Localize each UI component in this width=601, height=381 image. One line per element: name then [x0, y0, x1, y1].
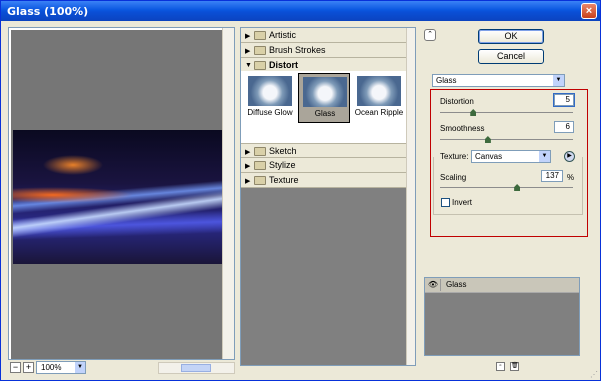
- category-label: Stylize: [269, 160, 296, 170]
- folder-icon: [254, 161, 266, 170]
- filter-select-value: Glass: [436, 76, 457, 85]
- texture-menu-button[interactable]: ▶: [564, 151, 575, 162]
- thumb-glass[interactable]: Glass: [298, 73, 350, 123]
- category-label: Texture: [269, 175, 299, 185]
- texture-select-value: Canvas: [475, 152, 503, 161]
- preview-panel: [8, 27, 235, 360]
- chevron-down-icon: ▼: [539, 151, 550, 162]
- category-artistic[interactable]: ▶ Artistic: [241, 28, 407, 43]
- filter-select[interactable]: Glass ▼: [432, 74, 565, 87]
- gallery-empty-area: [241, 188, 407, 365]
- preview-vertical-scrollbar[interactable]: [222, 28, 234, 359]
- chevron-down-icon: ▼: [553, 75, 564, 86]
- zoom-bar: − + 100% ▼: [8, 361, 235, 375]
- ok-button[interactable]: OK: [478, 29, 544, 44]
- folder-open-icon: [254, 61, 266, 70]
- smoothness-input[interactable]: 6: [554, 121, 574, 133]
- thumbnail-image: [248, 76, 292, 106]
- window-title: Glass (100%): [7, 5, 89, 18]
- eye-icon[interactable]: 👁: [426, 279, 441, 291]
- filter-gallery-list: ▶ Artistic ▶ Brush Strokes ▼ Distort Dif…: [241, 28, 407, 365]
- thumbnail-image: [303, 77, 347, 107]
- category-label: Sketch: [269, 146, 297, 156]
- expand-icon: ▶: [245, 178, 251, 185]
- collapse-icon: ▼: [245, 62, 252, 69]
- delete-effect-layer-icon[interactable]: 🗑: [510, 362, 519, 371]
- filter-dialog-window: Glass (100%) × − + 100% ▼ ▶ Artistic ▶ B…: [0, 0, 601, 381]
- texture-label: Texture:: [440, 152, 471, 161]
- category-sketch[interactable]: ▶ Sketch: [241, 143, 407, 158]
- scaling-unit: %: [567, 173, 575, 182]
- folder-icon: [254, 176, 266, 185]
- cancel-button[interactable]: Cancel: [478, 49, 544, 64]
- category-texture[interactable]: ▶ Texture: [241, 173, 407, 188]
- distortion-input[interactable]: 5: [553, 93, 575, 107]
- texture-select[interactable]: Canvas ▼: [471, 150, 551, 163]
- thumb-diffuse-glow[interactable]: Diffuse Glow: [244, 73, 296, 123]
- folder-icon: [254, 46, 266, 55]
- effect-layers-panel: 👁 Glass: [424, 277, 580, 356]
- preview-horizontal-scrollbar[interactable]: [158, 362, 235, 374]
- preview-canvas[interactable]: [11, 30, 222, 359]
- preview-image: [13, 130, 222, 264]
- expand-icon: ▶: [245, 149, 251, 156]
- folder-icon: [254, 31, 266, 40]
- filter-gallery: ▶ Artistic ▶ Brush Strokes ▼ Distort Dif…: [240, 27, 416, 366]
- close-button[interactable]: ×: [581, 3, 597, 19]
- chevron-down-icon: ▼: [75, 362, 85, 373]
- category-label: Brush Strokes: [269, 45, 326, 55]
- thumbnail-label: Glass: [314, 109, 336, 118]
- folder-icon: [254, 147, 266, 156]
- smoothness-label: Smoothness: [440, 124, 485, 133]
- effect-layer-name: Glass: [446, 280, 467, 289]
- zoom-value: 100%: [41, 363, 62, 372]
- thumbnail-image: [357, 76, 401, 106]
- thumbnail-label: Diffuse Glow: [247, 108, 293, 117]
- distort-thumbnails: Diffuse Glow Glass Ocean Ripple: [241, 71, 407, 143]
- thumbnail-label: Ocean Ripple: [354, 108, 404, 117]
- zoom-in-button[interactable]: +: [23, 362, 34, 373]
- scaling-slider-track[interactable]: [440, 187, 573, 188]
- zoom-select[interactable]: 100% ▼: [36, 361, 86, 374]
- scrollbar-thumb[interactable]: [181, 364, 211, 372]
- thumb-ocean-ripple[interactable]: Ocean Ripple: [353, 73, 405, 123]
- scaling-label: Scaling: [440, 173, 467, 182]
- smoothness-slider-track[interactable]: [440, 139, 573, 140]
- expand-icon: ▶: [245, 163, 251, 170]
- expand-icon: ▶: [245, 33, 251, 40]
- zoom-out-button[interactable]: −: [10, 362, 21, 373]
- category-stylize[interactable]: ▶ Stylize: [241, 158, 407, 173]
- invert-label: Invert: [452, 198, 473, 207]
- distortion-slider-track[interactable]: [440, 112, 573, 113]
- category-brush-strokes[interactable]: ▶ Brush Strokes: [241, 43, 407, 58]
- title-bar[interactable]: Glass (100%) ×: [1, 1, 600, 21]
- invert-checkbox[interactable]: [441, 198, 450, 207]
- category-label: Distort: [269, 60, 298, 70]
- resize-grip-icon[interactable]: ⋰: [590, 370, 598, 379]
- category-label: Artistic: [269, 30, 296, 40]
- gallery-scrollbar[interactable]: [406, 28, 415, 365]
- effect-layer-row[interactable]: 👁 Glass: [425, 278, 579, 293]
- new-effect-layer-icon[interactable]: ▫: [496, 362, 505, 371]
- expand-icon: ▶: [245, 48, 251, 55]
- collapse-gallery-button[interactable]: ⌃: [424, 29, 436, 41]
- distortion-label: Distortion: [440, 97, 474, 106]
- scaling-input[interactable]: 137: [541, 170, 563, 182]
- layers-empty-area: [425, 293, 579, 355]
